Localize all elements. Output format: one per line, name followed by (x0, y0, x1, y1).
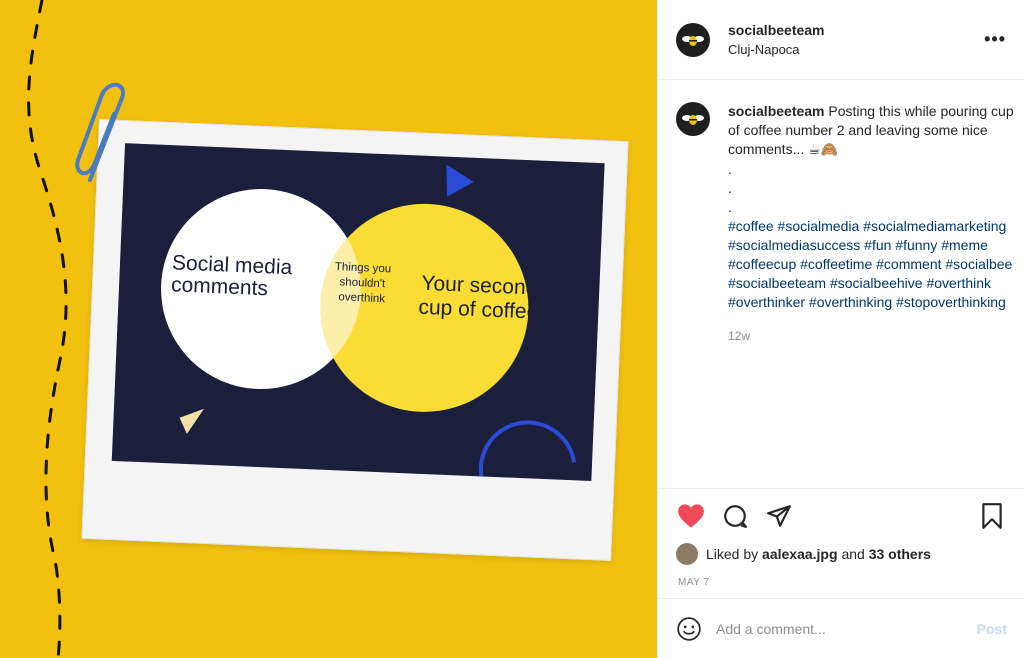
likes-summary: Liked by aalexaa.jpg and 33 others (676, 543, 1007, 565)
cream-triangle-shape (179, 408, 204, 435)
bee-logo-icon (682, 35, 704, 46)
caption-avatar[interactable] (676, 102, 710, 136)
right-circle-label-1: Your second (421, 272, 538, 300)
bee-logo-icon (682, 115, 704, 125)
post-date[interactable]: MAY 7 (678, 577, 1007, 588)
venn-diagram: Social media comments Things you shouldn… (161, 164, 577, 477)
dot-line: . (728, 179, 732, 196)
header-location[interactable]: Cluj-Napoca (728, 42, 984, 57)
overlap-label-1: Things you (335, 261, 392, 275)
polaroid-photo: Social media comments Things you shouldn… (81, 119, 629, 561)
likes-middle: and (841, 546, 865, 562)
caption-hashtags[interactable]: #coffee #socialmedia #socialmediamarketi… (728, 217, 1016, 313)
likes-others-link[interactable]: 33 others (869, 546, 931, 562)
blue-arc-shape (478, 420, 577, 477)
comment-icon[interactable] (720, 501, 750, 531)
post-comment-button[interactable]: Post (977, 621, 1007, 637)
share-icon[interactable] (764, 501, 794, 531)
caption-dots: . . . (728, 160, 1016, 217)
liker-avatar[interactable] (676, 543, 698, 565)
caption-body: socialbeeteam Posting this while pouring… (728, 102, 1016, 346)
venn-diagram-card: Social media comments Things you shouldn… (111, 143, 605, 482)
likes-prefix: Liked by (706, 546, 759, 562)
header-username[interactable]: socialbeeteam (728, 22, 984, 38)
post-image[interactable]: Social media comments Things you shouldn… (0, 0, 657, 658)
liker-username[interactable]: aalexaa.jpg (762, 546, 838, 562)
post-actions: Liked by aalexaa.jpg and 33 others MAY 7 (658, 488, 1024, 588)
post-header: socialbeeteam Cluj-Napoca ••• (658, 0, 1024, 80)
dot-line: . (728, 160, 732, 177)
like-heart-icon[interactable] (676, 501, 706, 531)
emoji-icon[interactable] (676, 616, 702, 642)
overlap-label-3: overthink (338, 291, 385, 305)
more-options-icon[interactable]: ••• (984, 29, 1006, 50)
caption-username[interactable]: socialbeeteam (728, 103, 825, 119)
dot-line: . (728, 198, 732, 215)
caption-time-ago[interactable]: 12w (728, 327, 1016, 346)
paperclip-icon (75, 82, 125, 182)
overlap-label-2: shouldn't (339, 276, 386, 290)
avatar[interactable] (676, 22, 710, 57)
left-circle-label-2: comments (171, 273, 269, 300)
blue-triangle-shape (446, 164, 474, 197)
post-side-panel: socialbeeteam Cluj-Napoca ••• socialbeet… (657, 0, 1024, 658)
caption: socialbeeteam Posting this while pouring… (676, 102, 1016, 346)
save-bookmark-icon[interactable] (977, 501, 1007, 531)
comment-input[interactable] (716, 620, 977, 637)
comment-bar: Post (658, 598, 1024, 658)
